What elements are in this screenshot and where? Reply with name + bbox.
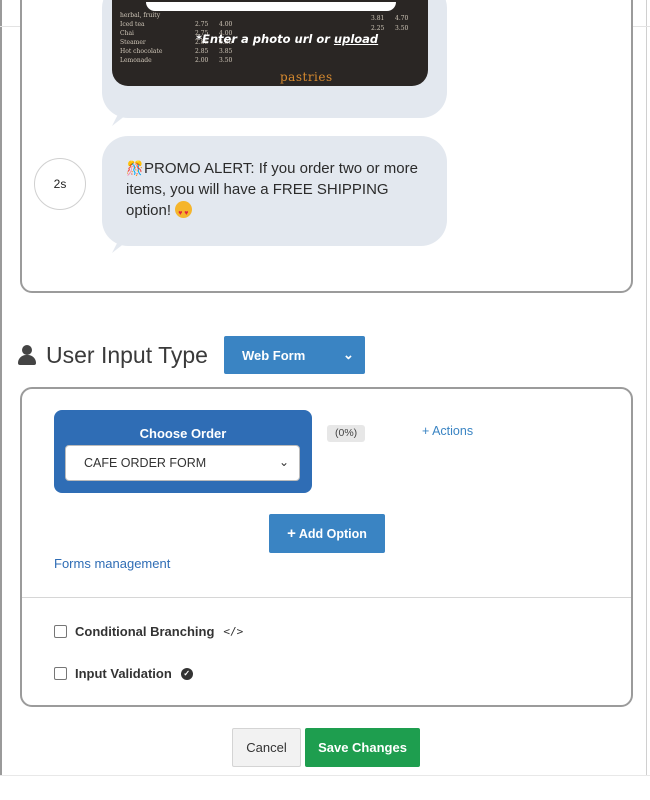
bottom-divider	[0, 775, 650, 776]
conditional-branching-option: Conditional Branching </>	[54, 624, 243, 639]
page-right-edge	[646, 0, 647, 775]
input-validation-checkbox[interactable]	[54, 667, 67, 680]
code-icon: </>	[223, 625, 244, 638]
page-left-edge	[0, 0, 2, 775]
chevron-down-icon: ⌄	[343, 347, 354, 362]
plus-icon: +	[287, 525, 296, 542]
photo-url-hint-text: *Enter a photo url or	[196, 32, 334, 46]
menu-item-price: 2.75	[195, 21, 209, 28]
menu-item-name: Lemonade	[120, 57, 152, 64]
choose-order-title: Choose Order	[139, 426, 227, 441]
menu-image-top-bar	[146, 2, 396, 11]
order-form-selected-value: CAFE ORDER FORM	[84, 456, 207, 470]
choose-order-block: Choose Order CAFE ORDER FORM ⌄	[54, 410, 312, 493]
add-option-label: Add Option	[298, 526, 367, 541]
input-type-selected-value: Web Form	[241, 347, 306, 363]
menu-item-name: Steamer	[120, 39, 146, 46]
menu-item-price: 3.81	[371, 15, 385, 22]
check-circle-icon: ✓	[180, 667, 193, 680]
forms-management-link[interactable]: Forms management	[54, 556, 170, 571]
confetti-ball-icon: 🎊	[126, 160, 144, 176]
menu-item-name: herbal, fruity	[120, 12, 161, 19]
save-changes-button[interactable]: Save Changes	[305, 728, 420, 767]
menu-image: herbal, fruity Iced tea 2.75 4.00 Chai 2…	[112, 0, 428, 86]
menu-item-price: 3.50	[219, 57, 233, 64]
menu-item-price: 4.70	[395, 15, 409, 22]
menu-item-name: Iced tea	[120, 21, 145, 28]
menu-item-name: Hot chocolate	[120, 48, 163, 55]
menu-item-price: 2.25	[371, 25, 385, 32]
conditional-branching-label: Conditional Branching	[75, 624, 215, 639]
conditional-branching-checkbox[interactable]	[54, 625, 67, 638]
add-option-button[interactable]: + Add Option	[269, 514, 385, 553]
menu-item-price: 3.85	[219, 48, 233, 55]
menu-item-price: 3.50	[395, 25, 409, 32]
message-delay-badge: 2s	[34, 158, 86, 210]
actions-link[interactable]: + Actions	[422, 424, 473, 438]
promo-message: 🎊PROMO ALERT: If you order two or more i…	[126, 158, 426, 224]
cancel-button[interactable]: Cancel	[232, 728, 301, 767]
input-type-select[interactable]: Web Form ⌄	[223, 336, 365, 374]
form-card-divider	[22, 597, 631, 598]
menu-item-price: 2.00	[195, 57, 209, 64]
chevron-down-icon: ⌄	[278, 455, 289, 469]
upload-link[interactable]: upload	[334, 32, 378, 46]
heart-eyes-emoji-icon	[175, 201, 193, 224]
user-icon	[18, 345, 36, 365]
menu-item-price: 2.85	[195, 48, 209, 55]
photo-url-hint: *Enter a photo url or upload	[196, 32, 378, 46]
form-config-card: Choose Order CAFE ORDER FORM ⌄ (0%) + Ac…	[20, 387, 633, 707]
menu-item-price: 4.00	[219, 21, 233, 28]
menu-pastries-heading: pastries	[280, 70, 333, 84]
order-form-select[interactable]: CAFE ORDER FORM ⌄	[65, 445, 300, 481]
user-input-type-row: User Input Type Web Form ⌄	[18, 336, 365, 374]
chat-preview-card: herbal, fruity Iced tea 2.75 4.00 Chai 2…	[20, 0, 633, 293]
promo-message-text: PROMO ALERT: If you order two or more it…	[126, 160, 418, 219]
input-validation-option: Input Validation ✓	[54, 666, 193, 681]
user-input-type-label: User Input Type	[46, 341, 208, 368]
input-validation-label: Input Validation	[75, 666, 172, 681]
percent-badge: (0%)	[327, 425, 366, 442]
menu-item-name: Chai	[120, 30, 134, 37]
